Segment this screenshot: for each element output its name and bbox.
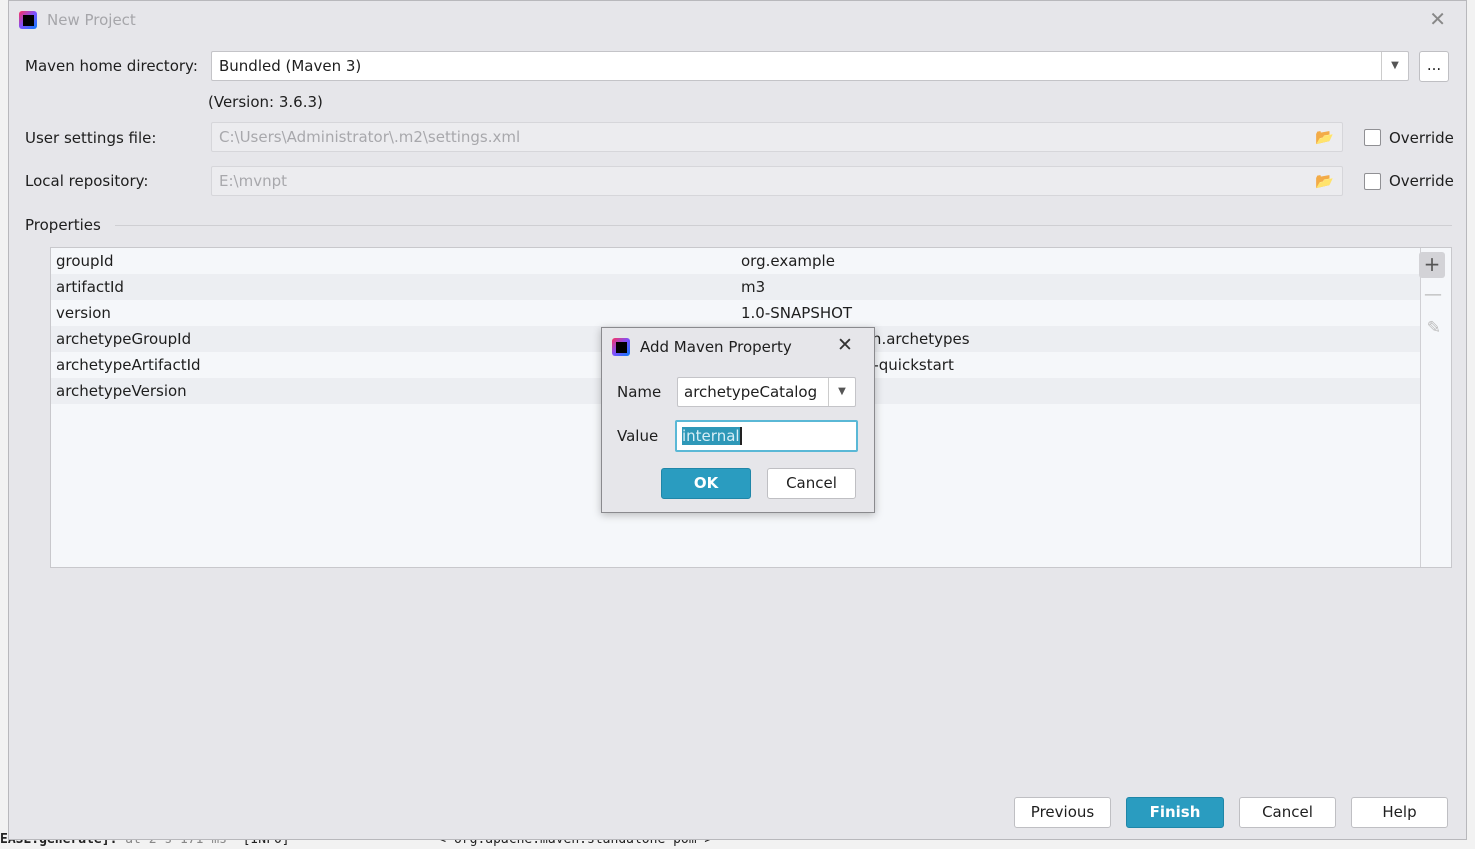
folder-icon[interactable]: 📂 bbox=[1315, 167, 1334, 195]
override-repo-checkbox[interactable] bbox=[1364, 173, 1381, 190]
property-value: m3 bbox=[741, 278, 766, 296]
maven-home-select[interactable]: Bundled (Maven 3) ▼ bbox=[211, 51, 1409, 81]
property-value: 1.0-SNAPSHOT bbox=[741, 304, 853, 322]
edit-property-button[interactable]: ✎ bbox=[1427, 318, 1441, 338]
local-repo-field[interactable]: E:\mvnpt 📂 bbox=[211, 166, 1343, 196]
value-input[interactable]: internal bbox=[675, 420, 858, 452]
override-settings-checkbox[interactable] bbox=[1364, 129, 1381, 146]
separator bbox=[115, 225, 1452, 226]
override-repo-label: Override bbox=[1389, 172, 1454, 190]
intellij-logo-icon bbox=[612, 338, 630, 356]
user-settings-field[interactable]: C:\Users\Administrator\.m2\settings.xml 📂 bbox=[211, 122, 1343, 152]
local-repo-label: Local repository: bbox=[25, 172, 149, 190]
property-value: org.example bbox=[741, 252, 835, 270]
table-row[interactable]: artifactId m3 bbox=[51, 274, 1420, 300]
table-row[interactable]: version 1.0-SNAPSHOT bbox=[51, 300, 1420, 326]
user-settings-label: User settings file: bbox=[25, 129, 157, 147]
properties-title: Properties bbox=[25, 216, 101, 234]
maven-version: (Version: 3.6.3) bbox=[208, 93, 323, 111]
add-property-button[interactable]: + bbox=[1419, 252, 1445, 278]
table-row[interactable]: groupId org.example bbox=[51, 248, 1420, 274]
remove-property-button[interactable]: — bbox=[1424, 284, 1442, 305]
value-label: Value bbox=[617, 427, 659, 445]
cancel-button[interactable]: Cancel bbox=[1239, 797, 1336, 828]
name-combobox[interactable]: archetypeCatalog ▼ bbox=[677, 377, 856, 407]
ok-button[interactable]: OK bbox=[661, 468, 751, 499]
property-key: groupId bbox=[56, 252, 114, 270]
maven-home-label: Maven home directory: bbox=[25, 57, 198, 75]
chevron-down-icon[interactable]: ▼ bbox=[828, 378, 855, 406]
dialog-close-icon[interactable]: ✕ bbox=[837, 334, 853, 356]
property-key: version bbox=[56, 304, 111, 322]
browse-button[interactable]: ... bbox=[1419, 51, 1449, 82]
previous-button[interactable]: Previous bbox=[1014, 797, 1111, 828]
window-title: New Project bbox=[47, 11, 136, 29]
chevron-down-icon[interactable]: ▼ bbox=[1381, 52, 1408, 80]
close-icon[interactable]: ✕ bbox=[1429, 7, 1446, 31]
property-key: artifactId bbox=[56, 278, 124, 296]
dialog-title: Add Maven Property bbox=[640, 338, 792, 356]
override-settings-label: Override bbox=[1389, 129, 1454, 147]
folder-icon[interactable]: 📂 bbox=[1315, 123, 1334, 151]
intellij-logo-icon bbox=[19, 11, 37, 29]
add-maven-property-dialog: Add Maven Property ✕ Name archetypeCatal… bbox=[601, 327, 875, 513]
name-label: Name bbox=[617, 383, 662, 401]
help-button[interactable]: Help bbox=[1351, 797, 1448, 828]
finish-button[interactable]: Finish bbox=[1126, 797, 1224, 828]
dialog-cancel-button[interactable]: Cancel bbox=[767, 468, 856, 499]
